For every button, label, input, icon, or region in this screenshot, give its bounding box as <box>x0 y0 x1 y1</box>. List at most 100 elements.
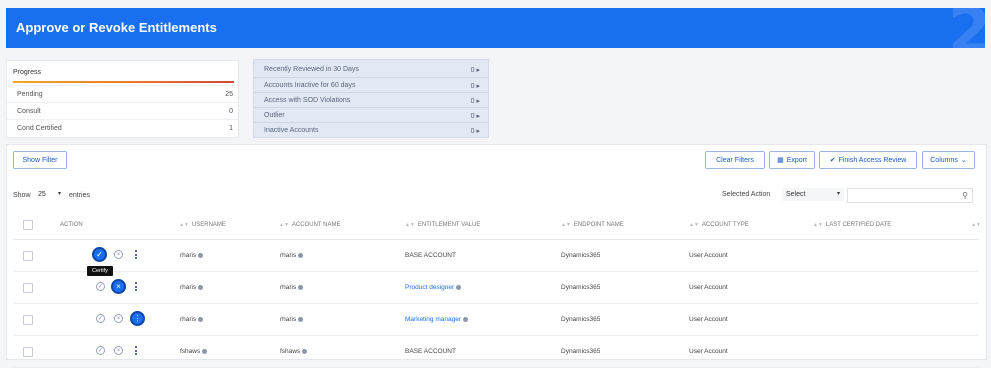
revoke-icon[interactable]: × <box>114 314 123 323</box>
progress-row-pending: Pending 25 <box>7 85 238 103</box>
certify-tooltip: Certify <box>87 266 113 276</box>
chevron-down-icon: ⌄ <box>960 157 967 164</box>
review-filter-label: Outlier <box>264 112 285 119</box>
info-icon <box>298 284 304 290</box>
show-filter-label: Show Filter <box>22 156 58 164</box>
cell-username: fshaws <box>180 348 208 355</box>
show-filter-button[interactable]: Show Filter <box>13 151 67 169</box>
table-row: ✓ × fshaws fshaws BASE ACCOUNT Dynamics3… <box>13 336 979 368</box>
info-icon <box>463 316 468 322</box>
sort-icon: ▲▼ <box>405 222 415 228</box>
more-options-icon[interactable] <box>135 250 138 261</box>
sort-icon: ▲▼ <box>279 222 289 228</box>
progress-bar <box>13 81 234 83</box>
progress-value: 0 <box>229 108 233 115</box>
entitlements-panel: Show Filter Clear Filters ▦ Export ✔ Fin… <box>6 144 987 368</box>
progress-value: 25 <box>225 91 233 98</box>
table-row: ✓ × rharis rharis Product designer Dynam… <box>13 272 979 304</box>
column-header-last-certified-date[interactable]: ▲▼ LAST CERTIFIED DATE <box>813 222 891 228</box>
search-input[interactable]: ⚲ <box>847 188 973 203</box>
column-header-account-type[interactable]: ▲▼ ACCOUNT TYPE <box>689 222 749 228</box>
page-header: Approve or Revoke Entitlements 2 <box>6 8 985 48</box>
cell-account-name: rharis <box>280 252 304 259</box>
progress-label: Consult <box>17 108 41 115</box>
entries-label: entries <box>69 192 91 199</box>
column-header-endpoint-name[interactable]: ▲▼ ENDPOINT NAME <box>561 222 624 228</box>
review-filter-label: Inactive Accounts <box>264 127 319 134</box>
info-icon <box>456 284 462 290</box>
column-header-action[interactable]: ACTION <box>60 222 83 228</box>
review-filter-count: 0 ▸ <box>470 98 480 105</box>
sort-icon: ▲▼ <box>179 222 189 228</box>
select-all-checkbox[interactable] <box>23 220 33 230</box>
column-header-entitlement-value[interactable]: ▲▼ ENTITLEMENT VALUE <box>405 222 480 228</box>
certify-icon[interactable]: ✓ <box>96 314 105 323</box>
more-options-icon[interactable]: ⋮ <box>130 311 145 326</box>
export-button[interactable]: ▦ Export <box>769 151 815 169</box>
review-filter-inactive-accounts[interactable]: Inactive Accounts 0 ▸ <box>254 122 488 138</box>
cell-entitlement: BASE ACCOUNT <box>405 348 456 355</box>
review-filter-inactive-60[interactable]: Accounts Inactive for 60 days 0 ▸ <box>254 77 488 93</box>
info-icon <box>198 316 204 322</box>
cell-entitlement-link[interactable]: Marketing manager <box>405 316 468 323</box>
info-icon <box>298 252 304 258</box>
row-checkbox[interactable] <box>23 347 33 357</box>
review-filter-sod-violations[interactable]: Access with SOD Violations 0 ▸ <box>254 92 488 108</box>
certify-icon[interactable]: ✓ <box>96 282 105 291</box>
cell-username: rharis <box>180 316 204 323</box>
finish-access-review-button[interactable]: ✔ Finish Access Review <box>819 151 917 169</box>
show-entries-label: Show <box>13 192 31 199</box>
check-icon: ✔ <box>829 157 836 164</box>
selected-action-select[interactable]: Select ▾ <box>782 188 844 201</box>
review-filter-count: 0 ▸ <box>470 128 480 135</box>
certify-icon[interactable]: ✓ <box>92 247 107 262</box>
cell-endpoint: Dynamics365 <box>561 252 601 259</box>
clear-filters-button[interactable]: Clear Filters <box>705 151 765 169</box>
more-options-icon[interactable] <box>135 346 138 357</box>
page-size-value: 25 <box>38 191 46 198</box>
review-filter-recently-reviewed[interactable]: Recently Reviewed in 30 Days 0 ▸ <box>254 62 488 77</box>
cell-endpoint: Dynamics365 <box>561 284 601 291</box>
cell-account-name: rharis <box>280 316 304 323</box>
column-header-username[interactable]: ▲▼ USERNAME <box>179 222 226 228</box>
search-icon: ⚲ <box>962 191 968 200</box>
sort-icon: ▲▼ <box>813 222 823 228</box>
column-header-account-name[interactable]: ▲▼ ACCOUNT NAME <box>279 222 340 228</box>
row-checkbox[interactable] <box>23 283 33 293</box>
cell-account-type: User Account <box>689 316 728 323</box>
review-filter-outlier[interactable]: Outlier 0 ▸ <box>254 107 488 123</box>
revoke-icon[interactable]: × <box>114 250 123 259</box>
cell-account-type: User Account <box>689 348 728 355</box>
cell-account-name: rharis <box>280 284 304 291</box>
page-size-select[interactable]: 25 ▾ <box>35 188 63 201</box>
revoke-icon[interactable]: × <box>111 279 126 294</box>
review-filter-label: Accounts Inactive for 60 days <box>264 82 356 89</box>
caret-down-icon: ▾ <box>57 191 61 197</box>
review-filter-card: Recently Reviewed in 30 Days 0 ▸ Account… <box>253 59 489 138</box>
review-filter-label: Access with SOD Violations <box>264 97 351 104</box>
page-title: Approve or Revoke Entitlements <box>16 20 217 35</box>
export-label: Export <box>786 156 807 164</box>
table-header: ACTION ▲▼ USERNAME ▲▼ ACCOUNT NAME ▲▼ ENTIT… <box>13 211 981 240</box>
cell-entitlement-link[interactable]: Product designer <box>405 284 462 291</box>
revoke-icon[interactable]: × <box>114 346 123 355</box>
export-icon: ▦ <box>777 157 784 164</box>
row-checkbox[interactable] <box>23 315 33 325</box>
cell-entitlement: BASE ACCOUNT <box>405 252 456 259</box>
certify-icon[interactable]: ✓ <box>96 346 105 355</box>
columns-button[interactable]: Columns ⌄ <box>922 151 975 169</box>
cell-endpoint: Dynamics365 <box>561 316 601 323</box>
table-row: ✓ × rharis rharis BASE ACCOUNT Dynamics3… <box>13 240 979 272</box>
clear-filters-label: Clear Filters <box>716 156 754 164</box>
info-icon <box>302 348 308 354</box>
review-filter-label: Recently Reviewed in 30 Days <box>264 66 359 73</box>
finish-review-label: Finish Access Review <box>838 156 907 164</box>
cell-username: rharis <box>180 252 204 259</box>
columns-label: Columns <box>930 156 958 164</box>
sort-icon: ▲▼ <box>689 222 699 228</box>
selected-action-label: Selected Action <box>722 191 771 198</box>
review-filter-count: 0 ▸ <box>470 67 480 74</box>
progress-title: Progress <box>13 69 42 76</box>
row-checkbox[interactable] <box>23 251 33 261</box>
more-options-icon[interactable] <box>135 282 138 293</box>
